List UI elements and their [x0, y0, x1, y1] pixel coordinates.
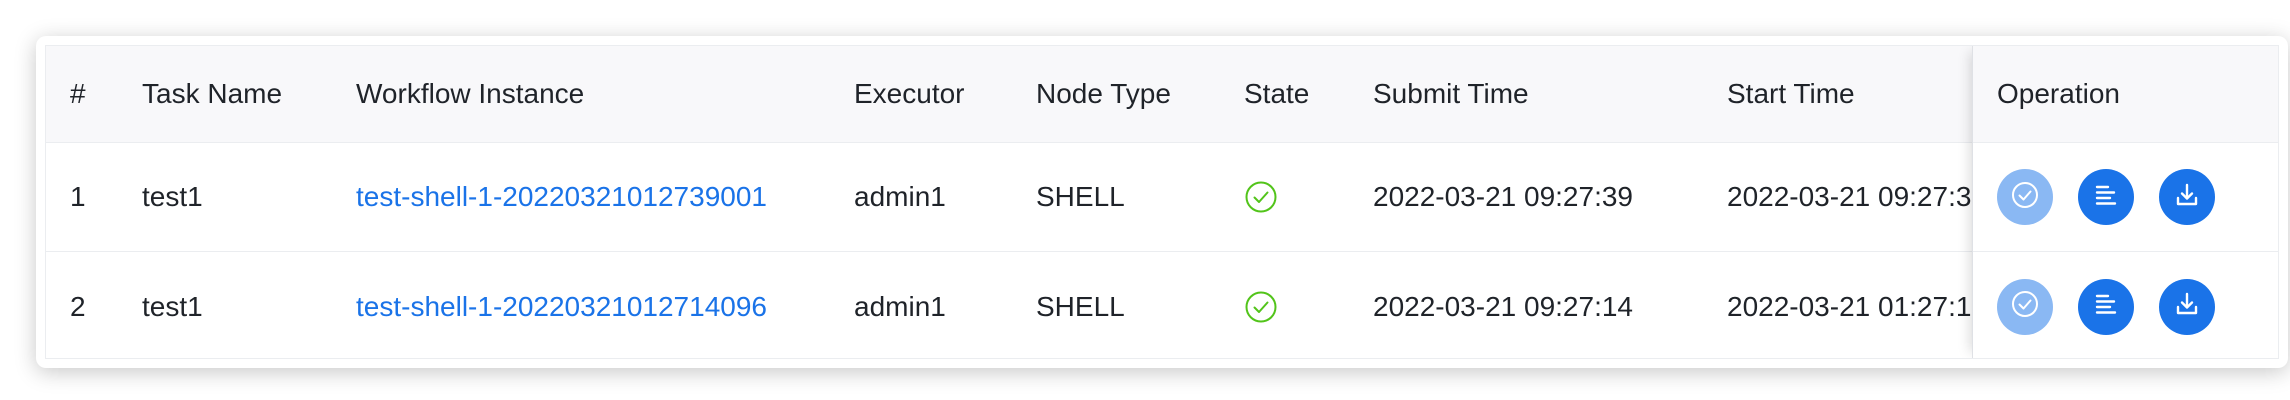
table-row: 2 test1 test-shell-1-20220321012714096 a… — [46, 252, 2278, 358]
executor: admin1 — [854, 181, 946, 212]
column-header-node-type: Node Type — [1036, 78, 1171, 109]
force-success-icon — [2010, 180, 2040, 215]
submit-time: 2022-03-21 09:27:14 — [1373, 290, 1633, 322]
executor: admin1 — [854, 290, 946, 322]
row-index: 1 — [70, 181, 86, 212]
column-header-executor: Executor — [854, 78, 965, 109]
task-instance-table: # Task Name Workflow Instance Executor N… — [45, 45, 2279, 359]
workflow-instance-link[interactable]: test-shell-1-20220321012714096 — [356, 252, 767, 358]
force-success-button[interactable] — [1997, 169, 2053, 225]
download-log-button[interactable] — [2159, 169, 2215, 225]
check-circle-icon — [1244, 180, 1278, 214]
row-index: 2 — [70, 290, 86, 322]
task-name: test1 — [142, 290, 203, 322]
view-log-icon — [2092, 181, 2120, 214]
view-log-button[interactable] — [2078, 169, 2134, 225]
state-cell — [1244, 143, 1278, 251]
force-success-icon — [2010, 289, 2040, 324]
check-circle-icon — [1244, 290, 1278, 324]
submit-time: 2022-03-21 09:27:39 — [1373, 181, 1633, 212]
column-header-index: # — [70, 78, 86, 109]
node-type: SHELL — [1036, 290, 1125, 322]
state-cell — [1244, 252, 1278, 358]
operation-cell — [1973, 143, 2278, 252]
node-type: SHELL — [1036, 181, 1125, 212]
view-log-button[interactable] — [2078, 278, 2134, 335]
column-header-start-time: Start Time — [1727, 78, 1855, 109]
table-row: 1 test1 test-shell-1-20220321012739001 a… — [46, 143, 2278, 252]
start-time: 2022-03-21 01:27:14 — [1727, 290, 1985, 322]
task-instance-table-card: # Task Name Workflow Instance Executor N… — [36, 36, 2288, 368]
column-header-state: State — [1244, 78, 1310, 109]
operation-cell — [1973, 252, 2278, 358]
column-header-workflow-instance: Workflow Instance — [356, 78, 585, 109]
column-header-operation: Operation — [1973, 46, 2278, 143]
operation-column: Operation — [1972, 46, 2278, 358]
download-log-button[interactable] — [2159, 278, 2215, 335]
start-time: 2022-03-21 09:27:39 — [1727, 181, 1985, 212]
force-success-button[interactable] — [1997, 278, 2053, 335]
table-header-row: # Task Name Workflow Instance Executor N… — [46, 46, 2278, 143]
download-log-icon — [2173, 290, 2201, 323]
workflow-instance-link[interactable]: test-shell-1-20220321012739001 — [356, 143, 767, 251]
download-log-icon — [2173, 181, 2201, 214]
column-header-submit-time: Submit Time — [1373, 78, 1529, 109]
task-name: test1 — [142, 181, 203, 212]
view-log-icon — [2092, 290, 2120, 323]
column-header-task-name: Task Name — [142, 78, 283, 109]
